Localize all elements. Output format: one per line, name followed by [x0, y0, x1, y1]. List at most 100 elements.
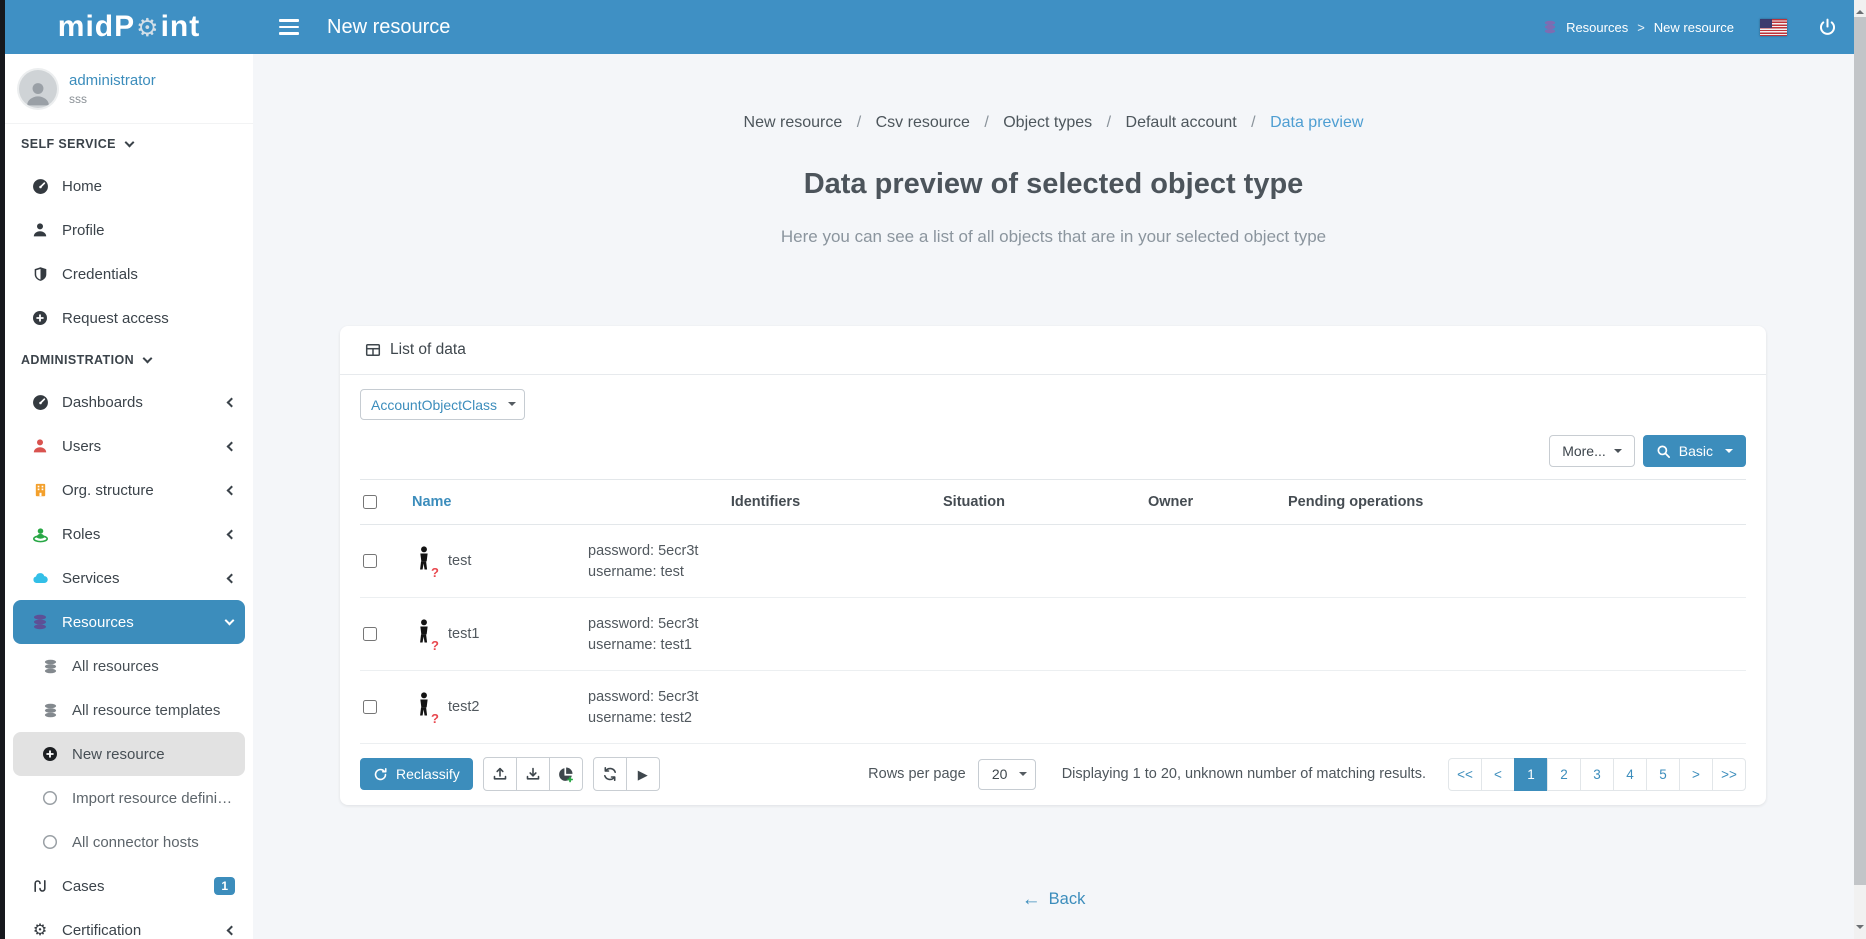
midpoint-logo[interactable]: midP⚙int — [58, 10, 200, 44]
sidebar-item-org-structure[interactable]: Org. structure — [5, 468, 253, 512]
card-header: List of data — [340, 326, 1766, 375]
sidebar-item-new-resource[interactable]: New resource — [13, 732, 245, 776]
object-class-row: AccountObjectClass — [360, 389, 1746, 420]
page-last-button[interactable]: >> — [1712, 758, 1746, 791]
page-prev-button[interactable]: < — [1481, 758, 1515, 791]
search-icon — [1656, 444, 1671, 459]
topbar: midP⚙int New resource Resources > New re… — [5, 0, 1854, 54]
table-row[interactable]: ? test password: 5ecr3t username: test — [360, 525, 1746, 598]
sidebar-item-services[interactable]: Services — [5, 556, 253, 600]
sidebar-item-import-resource-definition[interactable]: Import resource definit… — [5, 776, 253, 820]
more-button[interactable]: More... — [1549, 435, 1635, 467]
item-label: All resources — [72, 658, 159, 675]
cell-identifiers: password: 5ecr3t username: test1 — [588, 614, 943, 655]
chevron-left-icon — [227, 441, 237, 451]
wizard-step-new-resource[interactable]: New resource — [744, 114, 843, 131]
item-label: Users — [62, 438, 101, 455]
section-label: ADMINISTRATION — [21, 353, 134, 367]
user-name-link[interactable]: administrator — [69, 72, 156, 89]
row-checkbox[interactable] — [363, 627, 377, 641]
upload-button[interactable] — [483, 757, 517, 791]
cases-count-badge: 1 — [214, 877, 235, 895]
chevron-down-icon — [143, 354, 153, 364]
select-all-checkbox[interactable] — [363, 495, 377, 509]
wizard-step-default-account[interactable]: Default account — [1126, 114, 1237, 131]
basic-search-button[interactable]: Basic — [1643, 435, 1746, 467]
chevron-down-icon — [225, 616, 235, 626]
reclassify-label: Reclassify — [396, 766, 460, 782]
page-1-button[interactable]: 1 — [1514, 758, 1548, 791]
sidebar-item-users[interactable]: Users — [5, 424, 253, 468]
section-administration[interactable]: ADMINISTRATION — [5, 340, 253, 380]
object-class-select[interactable]: AccountObjectClass — [360, 389, 525, 420]
page-4-button[interactable]: 4 — [1613, 758, 1647, 791]
play-button[interactable]: ▶ — [626, 757, 660, 791]
wizard-step-csv-resource[interactable]: Csv resource — [876, 114, 970, 131]
sidebar-item-credentials[interactable]: Credentials — [5, 252, 253, 296]
sidebar-item-all-connector-hosts[interactable]: All connector hosts — [5, 820, 253, 864]
sidebar-item-request-access[interactable]: Request access — [5, 296, 253, 340]
page-3-button[interactable]: 3 — [1580, 758, 1614, 791]
row-checkbox[interactable] — [363, 700, 377, 714]
cloud-icon — [31, 570, 49, 586]
table-row[interactable]: ? test1 password: 5ecr3t username: test1 — [360, 598, 1746, 671]
rows-per-page-select[interactable]: 20 — [978, 759, 1036, 790]
wizard-step-data-preview[interactable]: Data preview — [1270, 114, 1363, 131]
refresh-button[interactable] — [593, 757, 627, 791]
table-row[interactable]: ? test2 password: 5ecr3t username: test2 — [360, 671, 1746, 744]
main-content: New resource / Csv resource / Object typ… — [253, 54, 1854, 939]
back-link[interactable]: ←Back — [1022, 890, 1086, 908]
avatar[interactable] — [19, 70, 57, 108]
logout-power-button[interactable] — [1817, 17, 1838, 38]
column-header-name[interactable]: Name — [406, 494, 588, 510]
sidebar-item-dashboards[interactable]: Dashboards — [5, 380, 253, 424]
table-icon — [365, 342, 381, 358]
download-button[interactable] — [516, 757, 550, 791]
sidebar-item-certification[interactable]: ⚙ Certification — [5, 908, 253, 939]
page-next-button[interactable]: > — [1679, 758, 1713, 791]
database-icon — [31, 614, 49, 630]
breadcrumb-resources-link[interactable]: Resources — [1566, 20, 1628, 35]
flag-canton — [1760, 19, 1772, 28]
gear-icon: ⚙ — [31, 920, 49, 939]
identifier-password: password: 5ecr3t — [588, 614, 698, 634]
breadcrumb-current-link[interactable]: New resource — [1654, 20, 1734, 35]
section-self-service[interactable]: SELF SERVICE — [5, 124, 253, 164]
language-flag-button[interactable] — [1760, 19, 1787, 36]
topbar-page-title: New resource — [327, 16, 450, 39]
reclassify-button[interactable]: Reclassify — [360, 758, 473, 790]
sidebar-item-profile[interactable]: Profile — [5, 208, 253, 252]
search-toolbar: More... Basic — [360, 435, 1746, 467]
scroll-down-arrow[interactable] — [1856, 925, 1864, 933]
identifier-username: username: test1 — [588, 635, 692, 655]
item-label: Cases — [62, 878, 105, 895]
item-label: Org. structure — [62, 482, 154, 499]
sidebar-item-all-resource-templates[interactable]: All resource templates — [5, 688, 253, 732]
menu-toggle-button[interactable] — [279, 19, 299, 34]
vertical-scrollbar[interactable] — [1854, 0, 1866, 939]
wizard-separator: / — [984, 114, 988, 131]
row-checkbox[interactable] — [363, 554, 377, 568]
scroll-up-arrow[interactable] — [1856, 6, 1864, 14]
logo-text-right: int — [161, 10, 201, 44]
wizard-step-object-types[interactable]: Object types — [1003, 114, 1092, 131]
item-label: Request access — [62, 310, 169, 327]
sidebar-item-home[interactable]: Home — [5, 164, 253, 208]
page-2-button[interactable]: 2 — [1547, 758, 1581, 791]
item-label: New resource — [72, 746, 165, 763]
classification-add-button[interactable] — [549, 757, 583, 791]
page-first-button[interactable]: << — [1448, 758, 1482, 791]
sidebar-item-all-resources[interactable]: All resources — [5, 644, 253, 688]
sidebar-item-cases[interactable]: Cases 1 — [5, 864, 253, 908]
play-icon: ▶ — [638, 768, 648, 781]
page-5-button[interactable]: 5 — [1646, 758, 1680, 791]
sidebar-item-resources[interactable]: Resources — [13, 600, 245, 644]
wizard-separator: / — [857, 114, 861, 131]
sidebar-item-roles[interactable]: Roles — [5, 512, 253, 556]
wizard-separator: / — [1251, 114, 1255, 131]
table-header-row: Name Identifiers Situation Owner Pending… — [360, 479, 1746, 525]
scrollbar-thumb[interactable] — [1854, 17, 1866, 885]
shield-icon — [31, 266, 49, 282]
question-mark: ? — [431, 712, 439, 725]
circle-outline-icon — [41, 790, 59, 806]
